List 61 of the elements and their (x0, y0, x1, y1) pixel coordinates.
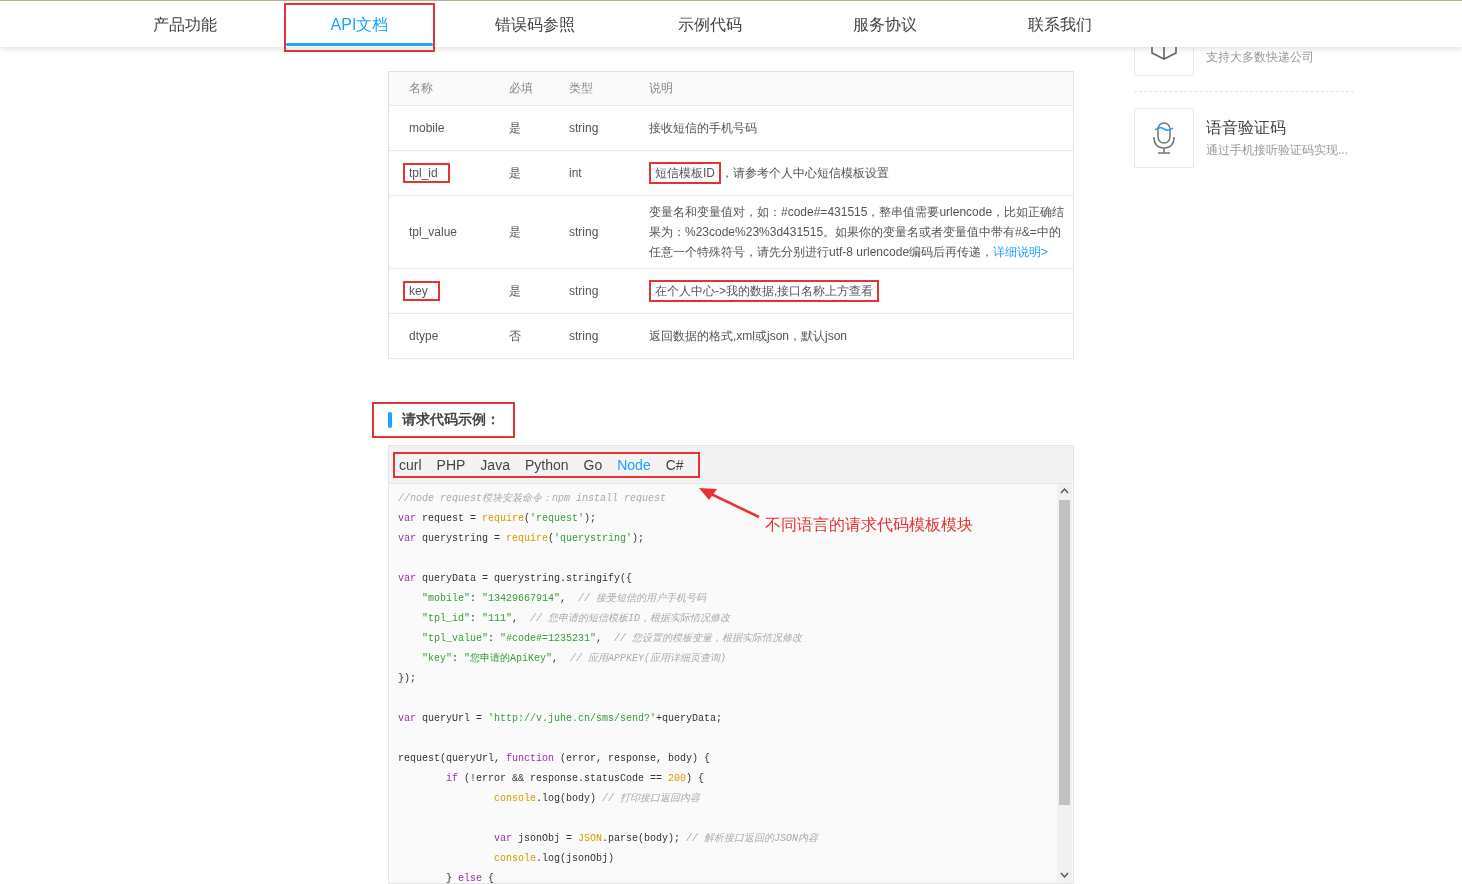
code-line: } else { (445, 872, 495, 883)
package-icon (1151, 46, 1177, 60)
table-cell: string (569, 284, 599, 298)
table-cell-text: 返回数据的格式,xml或json，默认json (649, 328, 849, 345)
table-cell: 是 (509, 165, 521, 180)
annotation-text: 不同语言的请求代码模板模块 (765, 515, 973, 535)
table-cell: key (403, 281, 440, 301)
column-header: 类型 (569, 81, 593, 95)
section-heading: 请求代码示例： (402, 411, 500, 429)
table-cell: tpl_value (409, 225, 458, 239)
card-subtitle: 通过手机接听验证码实现... (1206, 141, 1348, 159)
table-cell: 否 (509, 328, 521, 343)
code-line: var request = require('request'); (398, 512, 597, 526)
table-cell: string (569, 329, 599, 343)
table-cell: 是 (509, 120, 521, 135)
code-line: request(queryUrl, function (error, response, body) { (398, 752, 711, 766)
accent-bar (388, 412, 392, 428)
column-header: 说明 (649, 81, 673, 95)
microphone-icon (1152, 121, 1176, 155)
code-line: "tpl_id": "111", // 您申请的短信模板ID，根据实际情况修改 (421, 611, 731, 626)
language-tab[interactable]: Go (583, 456, 603, 473)
code-line: //node request模块安装命令：npm install request (398, 491, 667, 506)
table-cell: 是 (509, 224, 521, 239)
nav-tab[interactable]: 联系我们 (1027, 4, 1092, 47)
card-subtitle: 支持大多数快递公司 (1206, 49, 1314, 66)
language-tab[interactable]: curl (399, 456, 422, 473)
code-line: }); (398, 672, 416, 686)
card-title: 语音验证码 (1206, 117, 1287, 138)
language-tab[interactable]: Python (524, 456, 569, 473)
code-line: var jsonObj = JSON.parse(body); // 解析接口返回的JSON内容 (493, 831, 819, 846)
table-cell: string (569, 225, 599, 239)
icon-tile[interactable] (1134, 46, 1194, 76)
icon-tile[interactable] (1134, 108, 1194, 168)
nav-tab[interactable]: 服务协议 (852, 4, 917, 47)
code-line: var queryData = querystring.stringify({ (398, 572, 633, 586)
code-line: var queryUrl = 'http://v.juhe.cn/sms/send?'+queryData; (398, 712, 723, 726)
column-header: 名称 (409, 81, 433, 95)
code-line: console.log(jsonObj) (493, 852, 615, 866)
table-cell: tpl_id (403, 163, 450, 183)
code-line: var querystring = require('querystring'); (398, 532, 645, 546)
scrollbar[interactable] (1057, 484, 1072, 883)
nav-tab[interactable]: 示例代码 (677, 4, 742, 47)
language-tab[interactable]: PHP (436, 456, 466, 473)
table-cell: dtype (409, 329, 439, 343)
column-header: 必填 (509, 81, 533, 95)
code-line: "tpl_value": "#code#=1235231", // 您设置的模板变量，根据实际情况修改 (421, 631, 803, 646)
table-cell: int (569, 166, 582, 180)
table-cell-text: 接收短信的手机号码 (649, 120, 758, 137)
language-tab[interactable]: C# (665, 456, 684, 473)
table-cell: mobile (409, 121, 445, 135)
nav-tab[interactable]: 产品功能 (152, 4, 217, 47)
code-line: if (!error && response.statusCode == 200) { (445, 772, 705, 786)
code-line: "key": "您申请的ApiKey", // 应用APPKEY(应用详细页查询) (421, 651, 727, 666)
nav-tab[interactable]: 错误码参照 (494, 4, 575, 47)
table-cell: string (569, 121, 599, 135)
table-cell: 是 (509, 283, 521, 298)
table-cell-text: 变量名和变量值对，如：#code#=431515，整串值需要urlencode，比如正确结果为：%23code%23%3d431515。如果你的变量名或者变量值中带有#&=中的任意一个特殊符号，请先分别进行utf-8 urlencode编码后再传递，详细说明> (649, 204, 1065, 261)
code-line: console.log(body) // 打印接口返回内容 (493, 791, 701, 806)
table-cell: 短信模板ID ，请参考个人中心短信模板设置 (649, 162, 1065, 184)
language-tab[interactable]: Java (480, 456, 510, 473)
code-line: "mobile": "13429667914", // 接受短信的用户手机号码 (421, 591, 707, 606)
